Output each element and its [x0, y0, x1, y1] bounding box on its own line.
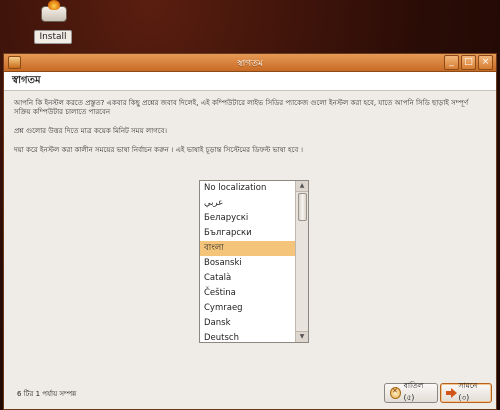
installer-window: স্বাগতম _ □ × স্বাগতম আপনি কি ইনস্টল করত… [3, 53, 497, 410]
close-button[interactable]: × [478, 55, 493, 70]
language-list[interactable]: No localization عربي Беларускі Български বাং… [199, 180, 309, 343]
language-option[interactable]: Deutsch [200, 331, 296, 342]
minimize-button[interactable]: _ [444, 55, 459, 70]
ubuntu-installer-icon [38, 0, 68, 24]
desktop-icon-label: Install [34, 30, 72, 44]
window-title: স্বাগতম [237, 59, 263, 69]
content-area: আপনি কি ইনস্টল করতে প্রস্তুত? একবার কিছু… [4, 91, 496, 155]
desktop-install-icon[interactable]: Install [34, 0, 72, 44]
forward-arrow-icon [446, 388, 458, 398]
language-option[interactable]: عربي [200, 196, 296, 211]
scroll-up-arrow-icon[interactable]: ▲ [296, 181, 308, 192]
scrollbar-thumb[interactable] [298, 193, 307, 221]
window-footer: 6 টির 1 পর্যায় সম্পন্ন বাতিল (৫) সামনে … [4, 379, 496, 409]
cancel-icon [390, 387, 401, 399]
cancel-button-label: বাতিল (৫) [403, 381, 424, 402]
language-list-scrollbar[interactable]: ▲ ▼ [295, 181, 308, 342]
language-option[interactable]: Català [200, 271, 296, 286]
page-header: স্বাগতম [4, 72, 496, 91]
language-option[interactable]: Dansk [200, 316, 296, 331]
time-note-paragraph: প্রশ্ন গুলোর উত্তর দিতে মাত্র কয়েক মিনি… [14, 127, 167, 135]
language-option[interactable]: বাংলা [200, 241, 296, 256]
cancel-button[interactable]: বাতিল (৫) [384, 381, 438, 403]
forward-button[interactable]: সামনে (৩) [440, 381, 492, 403]
language-instruction: দয়া করে ইনস্টল করা কালীন সময়ের ভাষা নি… [14, 146, 303, 154]
window-titlebar[interactable]: স্বাগতম _ □ × [4, 54, 496, 72]
language-option[interactable]: Български [200, 226, 296, 241]
forward-button-label: সামনে (৩) [458, 381, 478, 402]
scroll-down-arrow-icon[interactable]: ▼ [296, 331, 308, 342]
language-option[interactable]: Беларускі [200, 211, 296, 226]
page-title: স্বাগতম [12, 75, 41, 86]
intro-paragraph: আপনি কি ইনস্টল করতে প্রস্তুত? একবার কিছু… [14, 99, 469, 116]
language-option[interactable]: Cymraeg [200, 301, 296, 316]
progress-text: 6 টির 1 পর্যায় সম্পন্ন [17, 390, 77, 398]
maximize-button[interactable]: □ [461, 55, 476, 70]
language-option[interactable]: Bosanski [200, 256, 296, 271]
language-option[interactable]: No localization [200, 181, 296, 196]
language-option[interactable]: Čeština [200, 286, 296, 301]
